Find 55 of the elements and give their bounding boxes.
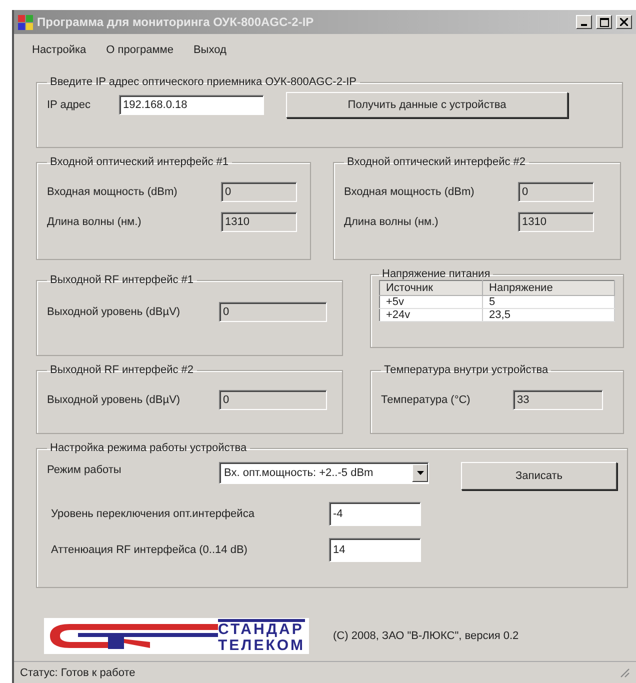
field-label: Температура (°C) bbox=[381, 394, 472, 406]
field-label: Аттенюация RF интерфейса (0..14 dB) bbox=[50, 544, 248, 556]
table-cell: 5 bbox=[482, 296, 614, 308]
write-button[interactable]: Записать bbox=[461, 462, 617, 490]
field-label: Длина волны (нм.) bbox=[47, 216, 142, 228]
minimize-button[interactable] bbox=[576, 15, 592, 29]
value-field[interactable]: 0 bbox=[518, 182, 594, 202]
logo-text: СТАНДАР bbox=[218, 622, 305, 638]
logo-icon bbox=[48, 622, 218, 650]
mode-dropdown[interactable]: Вх. опт.мощность: +2..-5 dBm bbox=[219, 462, 429, 484]
field-label: Выходной уровень (dBµV) bbox=[47, 394, 182, 406]
fetch-data-button[interactable]: Получить данные с устройства bbox=[286, 92, 568, 118]
field-label: Входная мощность (dBm) bbox=[47, 186, 178, 198]
value-field[interactable]: -4 bbox=[329, 502, 421, 526]
app-icon bbox=[18, 14, 33, 30]
menu-item[interactable]: Настройка bbox=[24, 42, 94, 58]
table-cell: 23,5 bbox=[482, 308, 614, 322]
group-title: Выходной RF интерфейс #1 bbox=[49, 274, 194, 286]
window-title: Программа для мониторинга ОУК-800AGC-2-IP bbox=[37, 15, 315, 29]
field-label: Длина волны (нм.) bbox=[344, 216, 440, 228]
group-title: Входной оптический интерфейс #2 bbox=[346, 156, 527, 168]
group-title: Введите IP адрес оптического приемника ОУК-800AGC-2-IP bbox=[49, 76, 358, 88]
status-text: Статус: Готов к работе bbox=[20, 666, 136, 678]
field-label: Входная мощность (dBm) bbox=[344, 186, 476, 198]
value-field[interactable]: 0 bbox=[221, 182, 297, 202]
group-title: Настройка режима работы устройства bbox=[49, 442, 248, 454]
field-label: Уровень переключения опт.интерфейса bbox=[50, 508, 256, 520]
table-cell: +24v bbox=[380, 308, 483, 322]
logo-text: ТЕЛЕКОМ bbox=[218, 638, 306, 654]
group-title: Входной оптический интерфейс #1 bbox=[49, 156, 230, 168]
column-header[interactable]: Напряжение bbox=[482, 280, 614, 296]
group-title: Напряжение питания bbox=[381, 268, 492, 280]
copyright-text: (C) 2008, ЗАО "В-ЛЮКС", версия 0.2 bbox=[333, 630, 519, 642]
group-title: Температура внутри устройства bbox=[383, 364, 550, 376]
column-header[interactable]: Источник bbox=[380, 280, 483, 296]
menu-item[interactable]: Выход bbox=[185, 42, 234, 58]
table-cell: +5v bbox=[380, 296, 483, 308]
value-field[interactable]: 1310 bbox=[518, 212, 594, 232]
field-label: Выходной уровень (dBµV) bbox=[47, 306, 182, 318]
menu-item[interactable]: О программе bbox=[98, 42, 182, 58]
group-title: Выходной RF интерфейс #2 bbox=[49, 364, 194, 376]
value-field[interactable]: 14 bbox=[329, 538, 421, 562]
caret-icon bbox=[416, 471, 424, 475]
value-field[interactable]: 33 bbox=[513, 390, 603, 410]
value-field[interactable]: 1310 bbox=[221, 212, 297, 232]
value-field[interactable]: 0 bbox=[219, 302, 327, 322]
maximize-button[interactable] bbox=[596, 15, 612, 29]
close-icon bbox=[620, 18, 628, 26]
close-button[interactable] bbox=[616, 15, 632, 29]
maximize-icon bbox=[600, 18, 608, 26]
field-label: Режим работы bbox=[47, 464, 122, 476]
ip-address-field[interactable]: 192.168.0.18 bbox=[119, 95, 264, 115]
field-label: IP адрес bbox=[47, 99, 92, 111]
resize-grip-icon[interactable] bbox=[620, 668, 630, 678]
value-field[interactable]: 0 bbox=[219, 390, 327, 410]
